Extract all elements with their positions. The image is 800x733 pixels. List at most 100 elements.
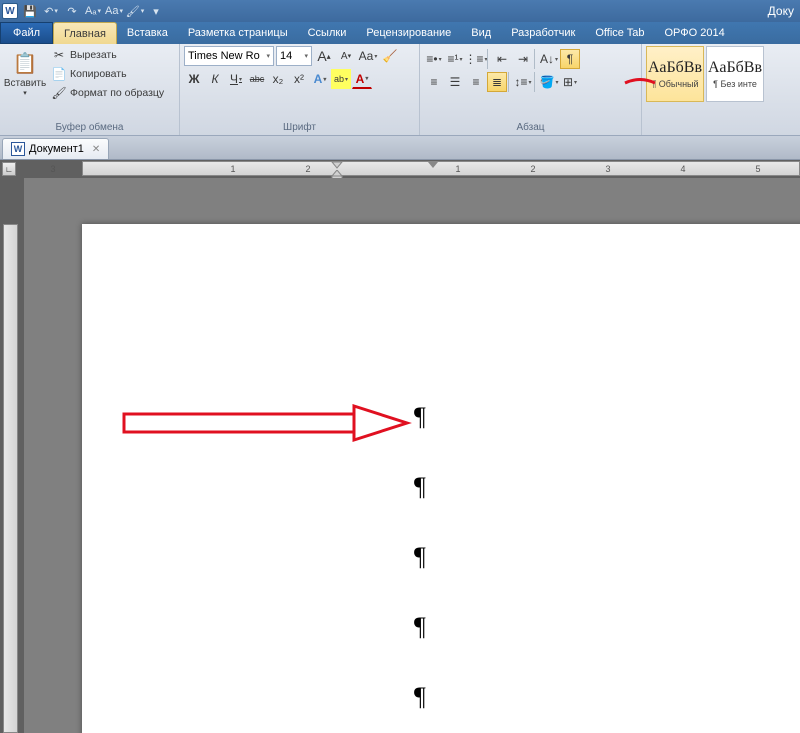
group-clipboard-label: Буфер обмена — [4, 121, 175, 135]
ruler-number: 1 — [230, 164, 235, 174]
quick-access-toolbar: 💾 ↶ ↷ Aₐ Aa 🖌 ▾ — [20, 2, 166, 20]
word-doc-icon: W — [11, 142, 25, 156]
ruler-number: 2 — [530, 164, 535, 174]
save-button[interactable]: 💾 — [20, 2, 40, 20]
show-pilcrow-button[interactable]: ¶ — [560, 49, 580, 69]
numbering-icon: ≡¹ — [447, 52, 458, 66]
tab-view[interactable]: Вид — [461, 22, 501, 44]
font-size-selector[interactable]: 14▾ — [276, 46, 312, 66]
bullets-button[interactable]: ≡• — [424, 49, 444, 69]
subscript-button[interactable]: x₂ — [268, 69, 288, 89]
ruler-number: 1 — [455, 164, 460, 174]
paste-icon: 📋 — [9, 48, 41, 78]
italic-button[interactable]: К — [205, 69, 225, 89]
horizontal-ruler[interactable]: 3 1 2 1 2 3 4 5 — [24, 160, 800, 178]
tab-selector-button[interactable]: ∟ — [2, 162, 16, 176]
font-name-selector[interactable]: Times New Ro▾ — [184, 46, 274, 66]
tab-review[interactable]: Рецензирование — [356, 22, 461, 44]
ruler-number: 3 — [50, 164, 55, 174]
file-tab[interactable]: Файл — [0, 22, 53, 44]
multilevel-button[interactable]: ⋮≡ — [466, 49, 486, 69]
undo-button[interactable]: ↶ — [41, 2, 61, 20]
page[interactable]: ¶ ¶ ¶ ¶ ¶ — [82, 224, 800, 733]
scissors-icon: ✂ — [51, 47, 67, 63]
tab-home[interactable]: Главная — [53, 22, 117, 44]
qat-case-button[interactable]: Aa — [104, 2, 124, 20]
cut-button[interactable]: ✂Вырезать — [48, 46, 167, 64]
ruler-number: 2 — [305, 164, 310, 174]
qat-customize[interactable]: ▾ — [146, 2, 166, 20]
close-tab-button[interactable]: ✕ — [92, 144, 100, 155]
line-spacing-icon: ↕≡ — [514, 75, 527, 89]
grow-font-button[interactable]: A▴ — [314, 46, 334, 66]
shading-icon: 🪣 — [540, 75, 555, 89]
underline-button[interactable]: Ч — [226, 69, 246, 89]
decrease-indent-button[interactable]: ⇤ — [492, 49, 512, 69]
clear-formatting-button[interactable]: 🧹 — [380, 46, 400, 66]
shrink-font-button[interactable]: A▾ — [336, 46, 356, 66]
separator — [534, 49, 538, 69]
shading-button[interactable]: 🪣 — [539, 72, 559, 92]
justify-icon: ≣ — [492, 75, 502, 89]
tab-office-tab[interactable]: Office Tab — [585, 22, 654, 44]
copy-label: Копировать — [70, 68, 127, 80]
group-paragraph-label: Абзац — [424, 121, 637, 135]
workspace: ¶ ¶ ¶ ¶ ¶ — [0, 178, 800, 733]
justify-button[interactable]: ≣ — [487, 72, 507, 92]
tab-references[interactable]: Ссылки — [298, 22, 357, 44]
copy-button[interactable]: 📄Копировать — [48, 65, 167, 83]
group-font-label: Шрифт — [184, 121, 415, 135]
numbering-button[interactable]: ≡¹ — [445, 49, 465, 69]
vertical-ruler[interactable] — [0, 178, 24, 733]
paragraph-mark: ¶ — [414, 612, 426, 642]
align-right-icon: ≡ — [472, 75, 479, 89]
document-area[interactable]: ¶ ¶ ¶ ¶ ¶ — [24, 178, 800, 733]
paragraph-mark: ¶ — [414, 402, 426, 432]
multilevel-icon: ⋮≡ — [464, 52, 483, 66]
style-no-spacing-label: ¶ Без инте — [713, 79, 757, 89]
tab-developer[interactable]: Разработчик — [501, 22, 585, 44]
bullets-icon: ≡• — [426, 52, 437, 66]
font-color-button[interactable]: A — [352, 69, 372, 89]
style-normal[interactable]: АаБбВв ¶ Обычный — [646, 46, 704, 102]
text-effects-button[interactable]: A — [310, 69, 330, 89]
style-normal-label: ¶ Обычный — [651, 79, 698, 89]
align-left-button[interactable]: ≡ — [424, 72, 444, 92]
qat-font-button[interactable]: Aₐ — [83, 2, 103, 20]
document-tab[interactable]: W Документ1 ✕ — [2, 138, 109, 159]
redo-button[interactable]: ↷ — [62, 2, 82, 20]
annotation-red-arrow — [122, 404, 412, 444]
line-spacing-button[interactable]: ↕≡ — [513, 72, 533, 92]
borders-icon: ⊞ — [563, 75, 573, 89]
ruler-number: 4 — [680, 164, 685, 174]
eraser-icon: 🧹 — [383, 49, 398, 63]
qat-brush-button[interactable]: 🖌 — [125, 2, 145, 20]
style-no-spacing[interactable]: АаБбВв ¶ Без инте — [706, 46, 764, 102]
change-case-button[interactable]: Aa — [358, 46, 378, 66]
borders-button[interactable]: ⊞ — [560, 72, 580, 92]
cut-label: Вырезать — [70, 49, 117, 61]
strikethrough-button[interactable]: abc — [247, 69, 267, 89]
paste-label: Вставить — [4, 78, 46, 89]
align-right-button[interactable]: ≡ — [466, 72, 486, 92]
ruler-number: 5 — [755, 164, 760, 174]
tab-stop-marker[interactable] — [427, 161, 439, 169]
sort-button[interactable]: A↓ — [539, 49, 559, 69]
paragraph-mark: ¶ — [414, 472, 426, 502]
group-styles: АаБбВв ¶ Обычный АаБбВв ¶ Без инте — [642, 44, 800, 135]
style-sample: АаБбВв — [708, 59, 762, 77]
format-painter-button[interactable]: 🖌Формат по образцу — [48, 84, 167, 102]
align-center-button[interactable]: ☰ — [445, 72, 465, 92]
increase-indent-button[interactable]: ⇥ — [513, 49, 533, 69]
tab-page-layout[interactable]: Разметка страницы — [178, 22, 298, 44]
ruler-number: 3 — [605, 164, 610, 174]
bold-button[interactable]: Ж — [184, 69, 204, 89]
tab-orfo[interactable]: ОРФО 2014 — [654, 22, 734, 44]
ribbon-tabs: Файл Главная Вставка Разметка страницы С… — [0, 22, 800, 44]
highlight-button[interactable]: ab — [331, 69, 351, 89]
document-tab-strip: W Документ1 ✕ — [0, 136, 800, 160]
tab-insert[interactable]: Вставка — [117, 22, 178, 44]
group-paragraph: ≡• ≡¹ ⋮≡ ⇤ ⇥ A↓ ¶ ≡ ☰ ≡ ≣ ↕≡ 🪣 ⊞ — [420, 44, 642, 135]
superscript-button[interactable]: x² — [289, 69, 309, 89]
paste-button[interactable]: 📋 Вставить ▾ — [4, 46, 46, 99]
